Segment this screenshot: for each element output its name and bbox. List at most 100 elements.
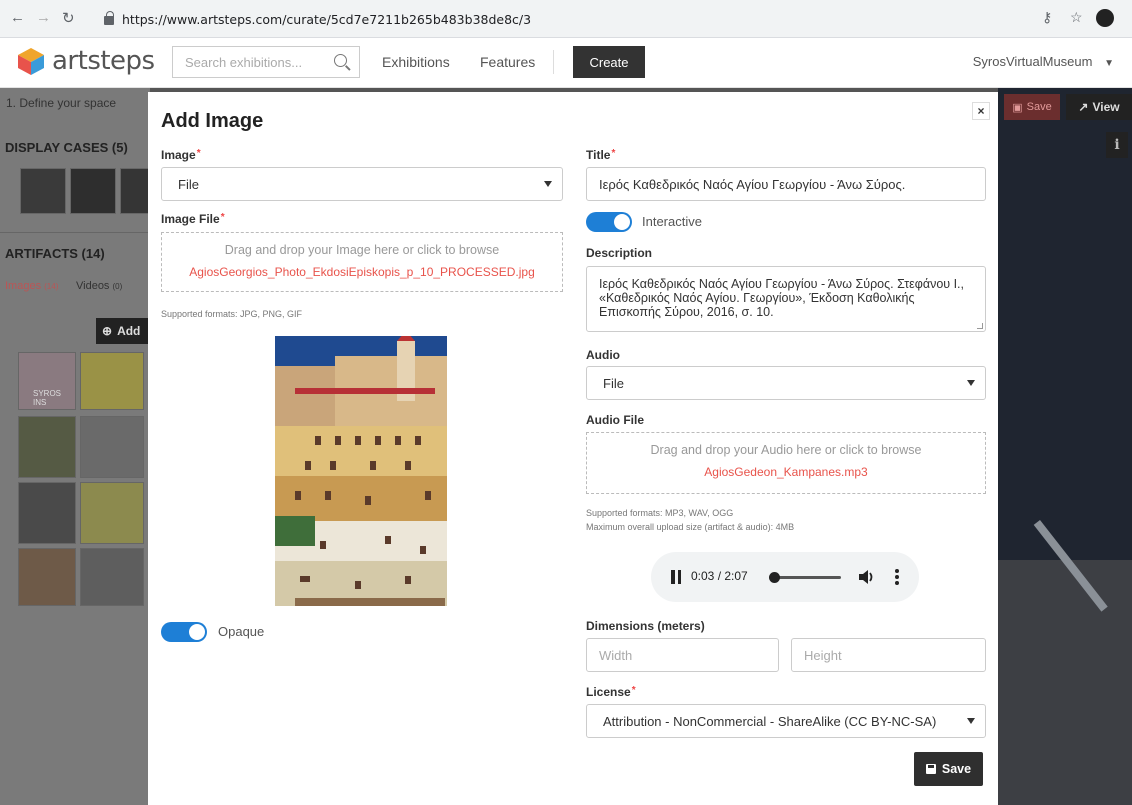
artifacts-title: ARTIFACTS (14) [5, 246, 105, 261]
audio-source-value: File [603, 375, 624, 391]
image-label-text: Image [161, 148, 196, 162]
editor-save-button[interactable]: ▣ Save [1004, 94, 1060, 120]
audio-formats-note: Supported formats: MP3, WAV, OGG Maximum… [586, 506, 794, 534]
chevron-down-icon [967, 718, 975, 724]
view-button[interactable]: ↗ View [1066, 94, 1132, 120]
tab-images-count: (14) [44, 282, 59, 291]
seek-handle[interactable] [769, 572, 780, 583]
toggle-knob [614, 214, 630, 230]
add-label: Add [117, 324, 141, 338]
interactive-label: Interactive [642, 214, 702, 229]
tab-videos[interactable]: Videos (0) [76, 280, 122, 292]
title-input[interactable]: Ιερός Καθεδρικός Ναός Αγίου Γεωργίου - Ά… [586, 167, 986, 201]
tab-videos-count: (0) [112, 282, 123, 291]
audio-file-name[interactable]: AgiosGedeon_Kampanes.mp3 [587, 465, 985, 479]
sidebar-divider [0, 232, 150, 233]
logo[interactable]: artsteps [16, 46, 155, 76]
description-textarea[interactable]: Ιερός Καθεδρικός Ναός Αγίου Γεωργίου - Ά… [586, 266, 986, 332]
volume-icon[interactable] [857, 568, 875, 586]
artifact-thumb[interactable]: SYROS INS [18, 352, 76, 410]
add-image-modal: × Add Image Image* File Image File* Drag… [148, 92, 998, 805]
height-input[interactable]: Height [791, 638, 986, 672]
close-icon[interactable]: × [972, 102, 990, 120]
audio-label: Audio [586, 348, 620, 362]
audio-dropzone[interactable]: Drag and drop your Audio here or click t… [586, 432, 986, 494]
back-arrow-icon[interactable]: ← [10, 9, 25, 26]
viewport-floor [998, 560, 1132, 805]
opaque-toggle[interactable] [161, 622, 207, 642]
app-header: artsteps Search exhibitions... Exhibitio… [0, 38, 1132, 88]
extension-icon[interactable] [1096, 9, 1114, 27]
address-bar[interactable]: https://www.artsteps.com/curate/5cd7e721… [104, 5, 1024, 33]
artifact-thumb[interactable] [80, 416, 144, 478]
user-menu[interactable]: SyrosVirtualMuseum ▼ [973, 54, 1114, 69]
toggle-knob [189, 624, 205, 640]
width-placeholder: Width [599, 647, 633, 663]
display-cases-title: DISPLAY CASES (5) [5, 140, 128, 155]
seek-bar[interactable] [771, 576, 841, 579]
display-case-thumb[interactable] [120, 168, 150, 214]
more-options-icon[interactable] [895, 569, 899, 585]
browser-toolbar: ← → ↻ https://www.artsteps.com/curate/5c… [0, 0, 1132, 38]
audio-source-select[interactable]: File [586, 366, 986, 400]
step-label: 1. Define your space [6, 96, 117, 110]
image-source-value: File [178, 176, 199, 192]
artifact-thumb[interactable] [18, 482, 76, 544]
title-value: Ιερός Καθεδρικός Ναός Αγίου Γεωργίου - Ά… [599, 176, 906, 192]
display-case-thumb[interactable] [70, 168, 116, 214]
user-name: SyrosVirtualMuseum [972, 54, 1093, 69]
image-dropzone[interactable]: Drag and drop your Image here or click t… [161, 232, 563, 292]
logo-cube-icon [18, 48, 44, 75]
chevron-down-icon [967, 380, 975, 386]
nav-exhibitions[interactable]: Exhibitions [382, 54, 450, 70]
resize-handle-icon[interactable] [977, 323, 983, 329]
tab-images[interactable]: Images (14) [5, 280, 58, 292]
image-label: Image* [161, 148, 201, 162]
required-mark: * [196, 148, 201, 159]
required-mark: * [611, 148, 616, 159]
forward-arrow-icon[interactable]: → [36, 9, 51, 26]
artifact-thumb[interactable] [18, 416, 76, 478]
url-text: https://www.artsteps.com/curate/5cd7e721… [122, 11, 532, 27]
reload-icon[interactable]: ↻ [62, 9, 75, 27]
create-button[interactable]: Create [573, 46, 645, 78]
artifact-thumb[interactable] [80, 352, 144, 410]
external-link-icon: ↗ [1078, 100, 1089, 114]
title-label-text: Title [586, 148, 611, 162]
search-input[interactable]: Search exhibitions... [172, 46, 360, 78]
nav-features[interactable]: Features [480, 54, 535, 70]
display-case-thumb[interactable] [20, 168, 66, 214]
tab-videos-label: Videos [76, 280, 110, 292]
image-source-select[interactable]: File [161, 167, 563, 201]
width-input[interactable]: Width [586, 638, 779, 672]
license-select[interactable]: Attribution - NonCommercial - ShareAlike… [586, 704, 986, 738]
artifact-thumb[interactable] [80, 548, 144, 606]
pause-icon[interactable] [671, 570, 681, 584]
floppy-icon [925, 764, 936, 774]
required-mark: * [631, 685, 636, 696]
modal-title: Add Image [161, 110, 264, 132]
tab-images-label: Images [5, 280, 42, 292]
chevron-down-icon [544, 181, 552, 187]
title-label: Title* [586, 148, 615, 162]
artifact-thumb[interactable] [80, 482, 144, 544]
save-label: Save [941, 762, 972, 776]
height-placeholder: Height [804, 647, 842, 663]
save-button[interactable]: Save [914, 752, 983, 786]
image-file-name[interactable]: AgiosGeorgios_Photo_EkdosiEpiskopis_p_10… [162, 265, 562, 279]
info-icon[interactable]: i [1106, 132, 1128, 158]
image-preview [275, 336, 447, 606]
interactive-toggle[interactable] [586, 212, 632, 232]
player-time: 0:03 / 2:07 [691, 569, 748, 583]
key-icon[interactable]: ⚷ [1042, 9, 1052, 26]
license-label-text: License [586, 685, 631, 699]
view-label: View [1092, 100, 1120, 114]
description-value: Ιερός Καθεδρικός Ναός Αγίου Γεωργίου - Ά… [599, 277, 965, 319]
audio-drop-hint: Drag and drop your Audio here or click t… [650, 443, 922, 457]
artifact-thumb[interactable] [18, 548, 76, 606]
audio-file-label: Audio File [586, 413, 644, 427]
bookmark-star-icon[interactable]: ☆ [1070, 9, 1083, 26]
image-file-label-text: Image File [161, 212, 220, 226]
search-icon[interactable] [334, 54, 347, 67]
add-artifact-button[interactable]: ⊕ Add [96, 318, 150, 344]
